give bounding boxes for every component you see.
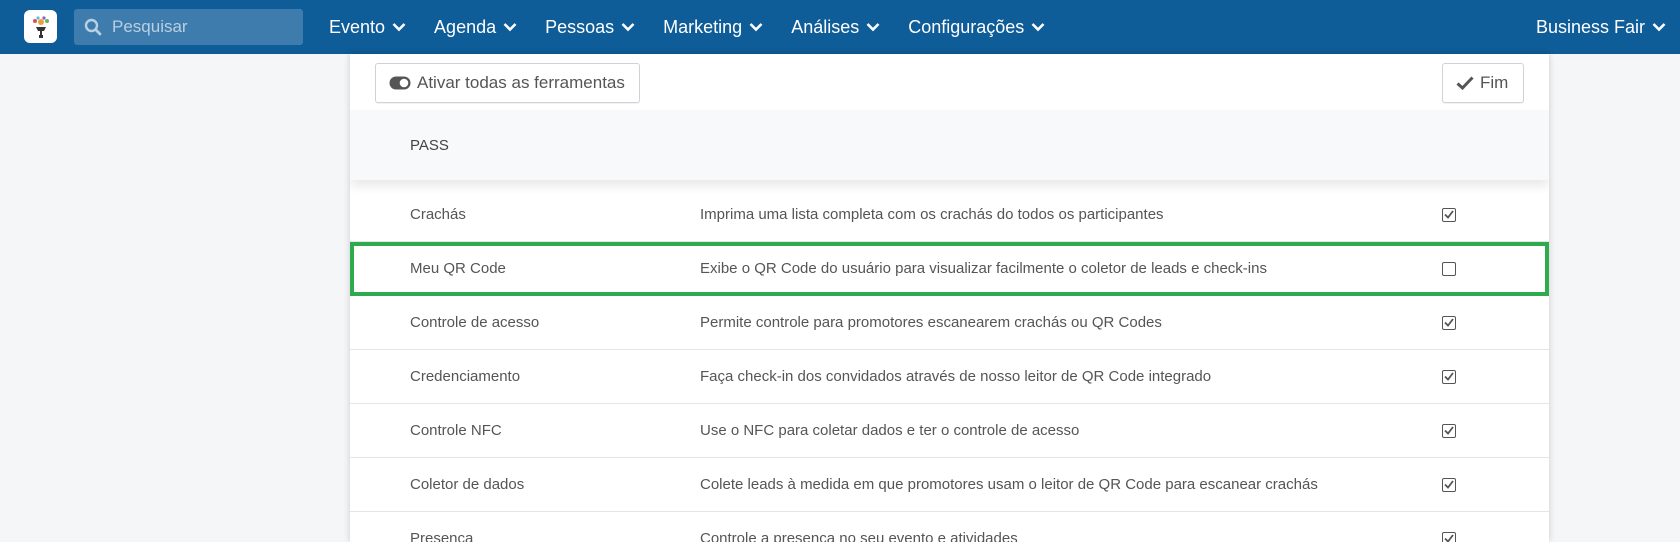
chevron-down-icon bbox=[1031, 23, 1045, 32]
chevron-down-icon bbox=[1652, 23, 1666, 32]
search-box[interactable] bbox=[74, 9, 303, 45]
tool-description: Permite controle para promotores escanea… bbox=[700, 314, 1162, 331]
menu-evento[interactable]: Evento bbox=[329, 17, 406, 38]
tool-row-crachas: Crachás Imprima uma lista completa com o… bbox=[350, 188, 1549, 242]
section-header: PASS bbox=[350, 110, 1549, 180]
menu-pessoas[interactable]: Pessoas bbox=[545, 17, 635, 38]
menu-label: Marketing bbox=[663, 16, 743, 37]
tool-checkbox-checked[interactable] bbox=[1442, 423, 1456, 438]
menu-label: Análises bbox=[791, 16, 860, 37]
menu-label: Agenda bbox=[434, 16, 497, 37]
tool-checkbox-checked[interactable] bbox=[1442, 531, 1456, 542]
tool-name: Meu QR Code bbox=[410, 260, 506, 277]
chevron-down-icon bbox=[866, 23, 880, 32]
checkmark-icon bbox=[1444, 372, 1454, 381]
checkmark-icon bbox=[1444, 210, 1454, 219]
done-label: Fim bbox=[1480, 73, 1509, 92]
tool-row-credenciamento: Credenciamento Faça check-in dos convida… bbox=[350, 350, 1549, 404]
menu-label: Evento bbox=[329, 16, 386, 37]
chevron-down-icon bbox=[392, 23, 406, 32]
tool-row-coletor-de-dados: Coletor de dados Colete leads à medida e… bbox=[350, 458, 1549, 512]
app-logo[interactable] bbox=[24, 10, 57, 43]
chevron-down-icon bbox=[503, 23, 517, 32]
tool-checkbox-checked[interactable] bbox=[1442, 315, 1456, 330]
section-title: PASS bbox=[410, 136, 449, 154]
tool-name: Controle NFC bbox=[410, 422, 502, 439]
tool-description: Controle a presença no seu evento e ativ… bbox=[700, 530, 1018, 542]
tool-description: Colete leads à medida em que promotores … bbox=[700, 476, 1318, 493]
tools-panel: Ativar todas as ferramentas Fim PASS Cra… bbox=[350, 54, 1549, 542]
toggle-all-tools-label: Ativar todas as ferramentas bbox=[417, 73, 625, 92]
check-icon bbox=[1456, 76, 1474, 90]
logo-icon bbox=[32, 15, 49, 38]
tool-description: Use o NFC para coletar dados e ter o con… bbox=[700, 422, 1080, 439]
tool-row-meu-qr-code: Meu QR Code Exibe o QR Code do usuário p… bbox=[350, 242, 1549, 296]
tool-name: Controle de acesso bbox=[410, 314, 540, 331]
panel-toolbar: Ativar todas as ferramentas Fim bbox=[350, 54, 1549, 110]
top-navbar: Evento Agenda Pessoas Marketing Análises… bbox=[0, 0, 1680, 54]
tool-row-controle-de-acesso: Controle de acesso Permite controle para… bbox=[350, 296, 1549, 350]
tool-checkbox-unchecked[interactable] bbox=[1442, 261, 1456, 276]
tool-name: Presença bbox=[410, 530, 474, 542]
toggle-all-tools-button[interactable]: Ativar todas as ferramentas bbox=[375, 63, 640, 103]
tool-name: Coletor de dados bbox=[410, 476, 525, 493]
event-name-label: Business Fair bbox=[1535, 16, 1645, 37]
tool-description: Imprima uma lista completa com os crachá… bbox=[700, 206, 1164, 223]
done-button[interactable]: Fim bbox=[1442, 63, 1524, 103]
tool-checkbox-checked[interactable] bbox=[1442, 207, 1456, 222]
checkmark-icon bbox=[1444, 480, 1454, 489]
search-input[interactable] bbox=[110, 16, 290, 38]
tool-checkbox-checked[interactable] bbox=[1442, 477, 1456, 492]
tool-row-presenca: Presença Controle a presença no seu even… bbox=[350, 512, 1549, 542]
tool-name: Credenciamento bbox=[410, 368, 521, 385]
main-menu: Evento Agenda Pessoas Marketing Análises… bbox=[329, 0, 1073, 54]
search-icon bbox=[84, 18, 102, 36]
chevron-down-icon bbox=[749, 23, 763, 32]
chevron-down-icon bbox=[621, 23, 635, 32]
event-selector[interactable]: Business Fair bbox=[1536, 0, 1666, 54]
tool-name: Crachás bbox=[410, 206, 466, 223]
tool-description: Faça check-in dos convidados através de … bbox=[700, 368, 1212, 385]
menu-label: Configurações bbox=[908, 16, 1025, 37]
checkmark-icon bbox=[1444, 318, 1454, 327]
menu-marketing[interactable]: Marketing bbox=[663, 17, 763, 38]
toggle-on-icon bbox=[389, 76, 411, 90]
tool-description: Exibe o QR Code do usuário para visualiz… bbox=[700, 260, 1267, 277]
checkmark-icon bbox=[1444, 426, 1454, 435]
menu-agenda[interactable]: Agenda bbox=[434, 17, 517, 38]
tool-row-controle-nfc: Controle NFC Use o NFC para coletar dado… bbox=[350, 404, 1549, 458]
tool-checkbox-checked[interactable] bbox=[1442, 369, 1456, 384]
menu-label: Pessoas bbox=[545, 16, 615, 37]
menu-configuracoes[interactable]: Configurações bbox=[908, 17, 1045, 38]
menu-analises[interactable]: Análises bbox=[791, 17, 880, 38]
checkmark-icon bbox=[1444, 534, 1454, 542]
